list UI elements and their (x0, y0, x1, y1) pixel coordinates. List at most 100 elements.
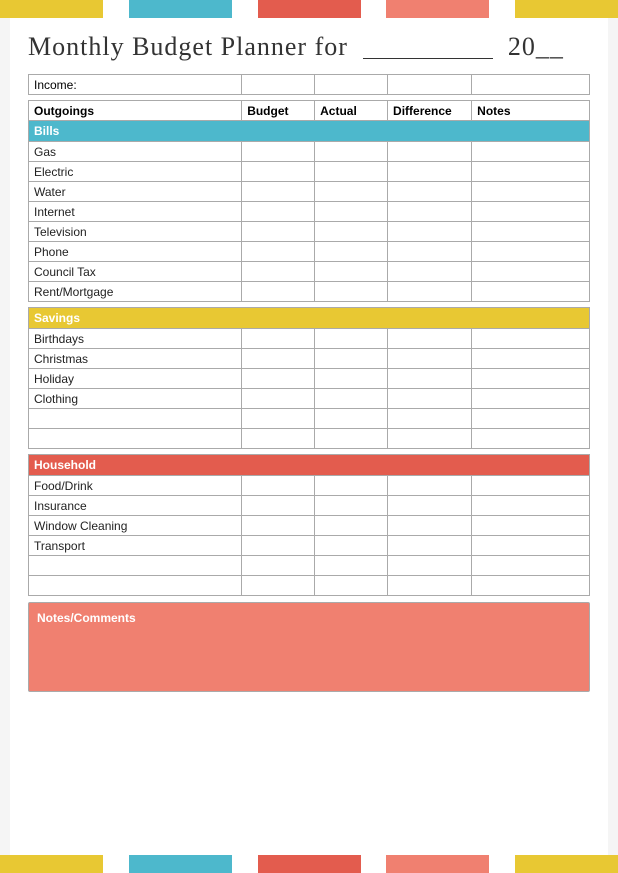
row-label: Phone (29, 242, 242, 262)
row-cell (388, 282, 472, 302)
row-cell (388, 142, 472, 162)
income-label: Income: (29, 75, 242, 95)
bar-segment (489, 855, 515, 873)
savings-body: BirthdaysChristmasHolidayClothing (29, 329, 590, 409)
col-header-actual: Actual (315, 101, 388, 121)
bills-body: GasElectricWaterInternetTelevisionPhoneC… (29, 142, 590, 302)
row-cell (242, 536, 315, 556)
row-label: Council Tax (29, 262, 242, 282)
row-cell (472, 262, 590, 282)
row-cell (242, 222, 315, 242)
row-cell (472, 142, 590, 162)
table-row: Television (29, 222, 590, 242)
table-header-row: Outgoings Budget Actual Difference Notes (29, 101, 590, 121)
row-cell (472, 536, 590, 556)
row-cell (388, 242, 472, 262)
bar-segment (0, 855, 103, 873)
row-cell (315, 142, 388, 162)
bar-segment (515, 855, 618, 873)
bottom-bar (0, 855, 618, 873)
bar-segment (361, 0, 387, 18)
row-cell (242, 349, 315, 369)
row-cell (472, 476, 590, 496)
row-cell (315, 222, 388, 242)
row-label: Water (29, 182, 242, 202)
row-cell (242, 389, 315, 409)
bar-segment (129, 855, 232, 873)
row-label: Insurance (29, 496, 242, 516)
row-cell (472, 162, 590, 182)
table-row: Rent/Mortgage (29, 282, 590, 302)
row-label: Electric (29, 162, 242, 182)
row-cell (315, 242, 388, 262)
title-text: Monthly Budget Planner for (28, 32, 348, 61)
row-cell (242, 282, 315, 302)
row-cell (315, 516, 388, 536)
row-cell (242, 369, 315, 389)
page-title: Monthly Budget Planner for 20__ (28, 28, 590, 62)
row-cell (388, 162, 472, 182)
row-label: Window Cleaning (29, 516, 242, 536)
bar-segment (258, 0, 361, 18)
row-cell (472, 329, 590, 349)
row-cell (388, 349, 472, 369)
row-cell (315, 369, 388, 389)
empty-row-1 (29, 409, 590, 429)
empty-row-4 (29, 576, 590, 596)
notes-label: Notes/Comments (37, 611, 136, 625)
row-cell (388, 202, 472, 222)
row-label: Clothing (29, 389, 242, 409)
row-cell (242, 182, 315, 202)
household-label: Household (29, 455, 590, 476)
row-cell (472, 516, 590, 536)
row-cell (315, 202, 388, 222)
row-cell (315, 262, 388, 282)
row-label: Holiday (29, 369, 242, 389)
empty-row-2 (29, 429, 590, 449)
col-header-difference: Difference (388, 101, 472, 121)
table-row: Food/Drink (29, 476, 590, 496)
row-cell (315, 496, 388, 516)
row-label: Television (29, 222, 242, 242)
bar-segment (258, 855, 361, 873)
row-cell (315, 182, 388, 202)
row-cell (315, 329, 388, 349)
row-label: Food/Drink (29, 476, 242, 496)
bar-segment (386, 0, 489, 18)
row-label: Gas (29, 142, 242, 162)
row-cell (242, 516, 315, 536)
table-row: Clothing (29, 389, 590, 409)
year-prefix: 20 (508, 32, 536, 61)
household-category-header: Household (29, 455, 590, 476)
table-row: Internet (29, 202, 590, 222)
table-row: Christmas (29, 349, 590, 369)
row-cell (242, 262, 315, 282)
household-body: Food/DrinkInsuranceWindow CleaningTransp… (29, 476, 590, 556)
row-cell (388, 182, 472, 202)
row-cell (315, 476, 388, 496)
row-cell (242, 476, 315, 496)
income-notes (472, 75, 590, 95)
col-header-notes: Notes (472, 101, 590, 121)
col-header-outgoings: Outgoings (29, 101, 242, 121)
table-row: Water (29, 182, 590, 202)
row-cell (315, 349, 388, 369)
table-row: Holiday (29, 369, 590, 389)
row-cell (388, 536, 472, 556)
bar-segment (0, 0, 103, 18)
row-label: Christmas (29, 349, 242, 369)
table-row: Window Cleaning (29, 516, 590, 536)
row-cell (472, 202, 590, 222)
row-label: Birthdays (29, 329, 242, 349)
row-cell (388, 329, 472, 349)
bar-segment (386, 855, 489, 873)
year-suffix: __ (536, 32, 564, 61)
row-cell (472, 496, 590, 516)
row-cell (472, 349, 590, 369)
row-label: Rent/Mortgage (29, 282, 242, 302)
row-cell (242, 242, 315, 262)
row-cell (242, 162, 315, 182)
notes-section: Notes/Comments (28, 602, 590, 692)
bar-segment (232, 855, 258, 873)
row-cell (242, 496, 315, 516)
